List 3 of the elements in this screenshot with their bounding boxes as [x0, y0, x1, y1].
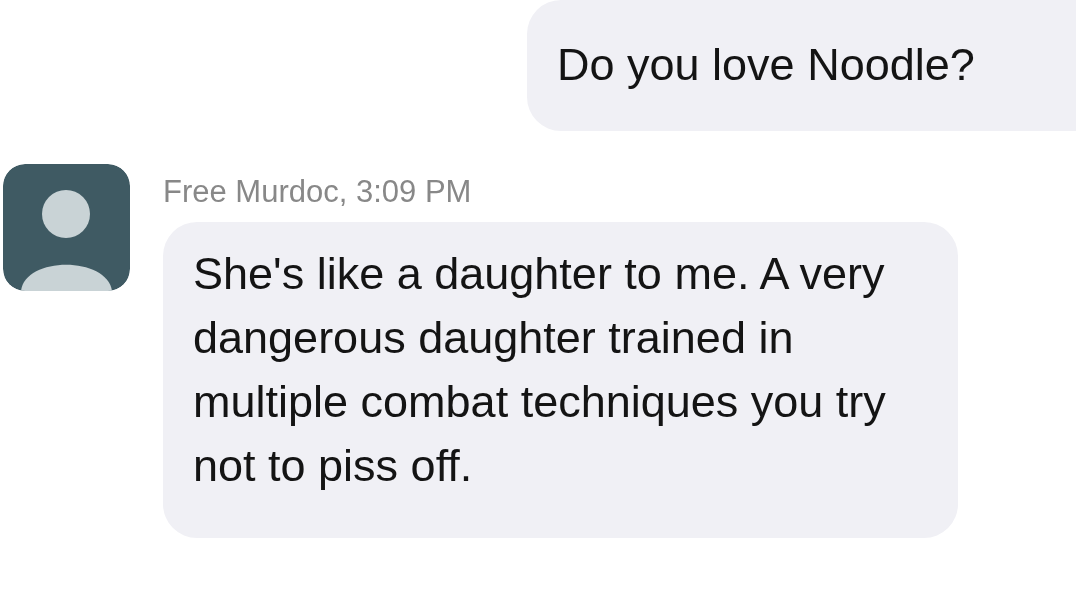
- sender-name: Free Murdoc, 3:09 PM: [163, 173, 473, 211]
- message-bubble: She's like a daughter to me. A very dangerous daughter trained in multiple combat techniques you try not to piss off.: [163, 222, 958, 538]
- message-bubble: Do you love Noodle?: [527, 0, 1076, 131]
